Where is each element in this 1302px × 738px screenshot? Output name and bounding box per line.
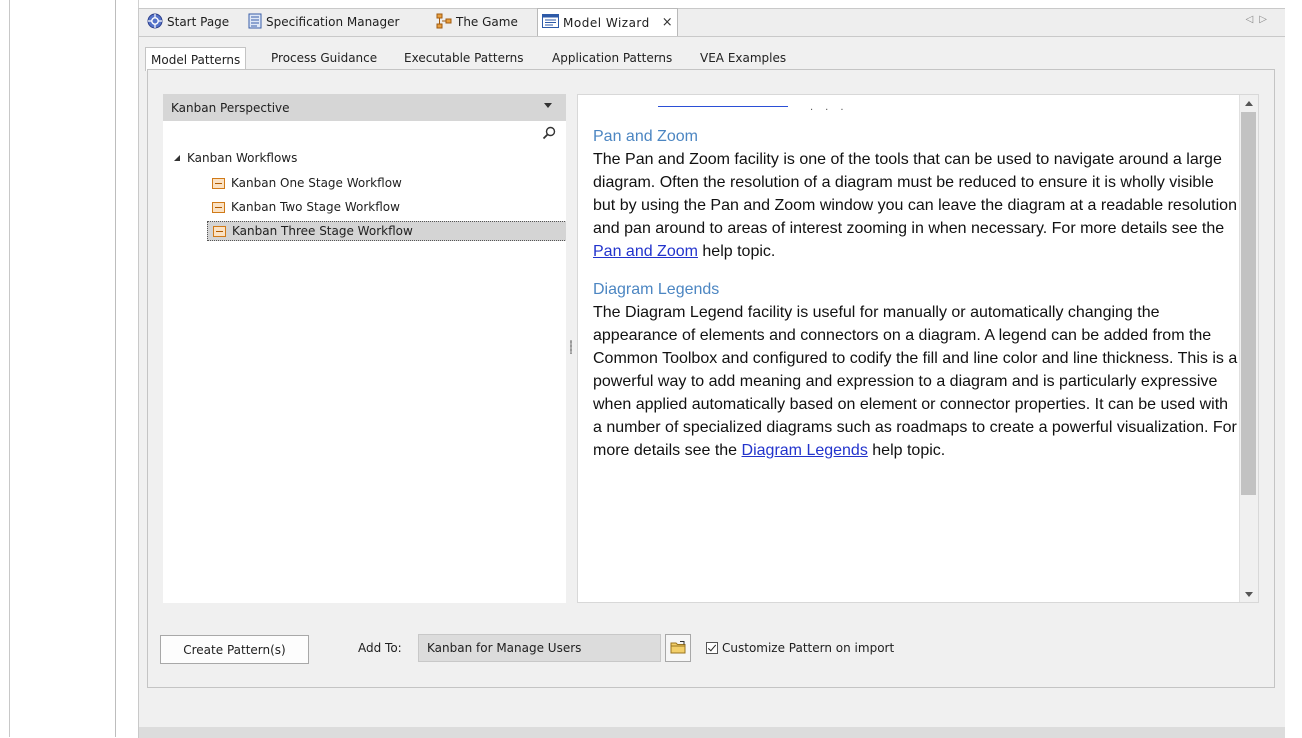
diagram-legends-help-link[interactable]: Diagram Legends	[742, 442, 868, 459]
tab-model-patterns[interactable]: Model Patterns	[145, 47, 247, 71]
tab-label: Model Wizard	[563, 15, 650, 30]
tab-specification-manager[interactable]: Specification Manager	[244, 9, 403, 35]
perspective-value: Kanban Perspective	[171, 100, 290, 115]
model-wizard-icon	[542, 14, 559, 31]
close-icon[interactable]: ×	[662, 15, 673, 30]
bottom-strip	[139, 727, 1285, 738]
scroll-down-icon[interactable]	[1241, 586, 1257, 602]
tab-label: The Game	[456, 15, 518, 29]
tree-item-three-stage[interactable]: Kanban Three Stage Workflow	[207, 221, 567, 241]
tab-model-wizard[interactable]: Model Wizard ×	[537, 8, 678, 36]
pattern-description-panel: ··· Pan and Zoom The Pan and Zoom facili…	[577, 94, 1259, 603]
folder-icon	[670, 640, 686, 657]
tab-vea-examples[interactable]: VEA Examples	[695, 47, 791, 69]
splitter-grip	[570, 340, 572, 354]
create-patterns-button[interactable]: Create Pattern(s)	[160, 635, 309, 664]
search-icon[interactable]	[542, 126, 556, 140]
tree-item-label: Kanban One Stage Workflow	[231, 176, 402, 190]
diagram-icon	[436, 13, 452, 32]
tree-item-label: Kanban Two Stage Workflow	[231, 200, 400, 214]
tree-item-two-stage[interactable]: Kanban Two Stage Workflow	[207, 197, 404, 217]
scroll-thumb[interactable]	[1241, 112, 1256, 495]
left-gutter	[0, 0, 116, 737]
customize-label: Customize Pattern on import	[722, 641, 895, 655]
customize-pattern-checkbox[interactable]: Customize Pattern on import	[706, 641, 894, 655]
specification-icon	[248, 13, 262, 32]
side-strip	[116, 0, 139, 737]
tab-the-game[interactable]: The Game	[432, 9, 522, 35]
section-body-pan-zoom: The Pan and Zoom facility is one of the …	[593, 148, 1238, 263]
pattern-tree-panel: Kanban Perspective Kanban Workflows Kanb…	[163, 94, 567, 603]
section-title-diagram-legends: Diagram Legends	[593, 281, 720, 298]
section-tail: help topic.	[867, 442, 946, 459]
tree-node-label: Kanban Workflows	[187, 151, 298, 165]
tree-node-kanban-workflows[interactable]: Kanban Workflows	[173, 151, 297, 165]
tab-process-guidance[interactable]: Process Guidance	[266, 47, 382, 69]
tab-start-page[interactable]: Start Page	[143, 9, 233, 35]
description-content: Pan and Zoom The Pan and Zoom facility i…	[593, 95, 1238, 462]
tab-executable-patterns[interactable]: Executable Patterns	[399, 47, 529, 69]
tab-application-patterns[interactable]: Application Patterns	[547, 47, 677, 69]
tree-item-one-stage[interactable]: Kanban One Stage Workflow	[207, 173, 406, 193]
section-text: The Diagram Legend facility is useful fo…	[593, 304, 1238, 459]
add-to-label: Add To:	[358, 641, 402, 655]
model-wizard-window: Start Page Specification Manager The Gam…	[138, 8, 1285, 738]
chevron-down-icon	[544, 103, 552, 108]
tree-item-label: Kanban Three Stage Workflow	[232, 224, 413, 238]
section-tail: help topic.	[697, 243, 776, 260]
add-to-field[interactable]: Kanban for Manage Users	[418, 634, 661, 662]
model-patterns-panel: Kanban Perspective Kanban Workflows Kanb…	[147, 69, 1275, 688]
scroll-up-icon[interactable]	[1241, 95, 1257, 111]
vertical-scrollbar[interactable]	[1239, 95, 1258, 602]
expand-caret-icon[interactable]	[173, 151, 181, 165]
document-tab-bar: Start Page Specification Manager The Gam…	[139, 8, 1285, 37]
pan-zoom-help-link[interactable]: Pan and Zoom	[593, 243, 698, 260]
start-page-icon	[147, 13, 163, 32]
tab-label: Start Page	[167, 15, 230, 29]
panel-splitter[interactable]	[566, 94, 577, 603]
pattern-icon	[212, 177, 225, 189]
section-title-pan-zoom: Pan and Zoom	[593, 128, 698, 145]
section-body-diagram-legends: The Diagram Legend facility is useful fo…	[593, 301, 1238, 462]
browse-package-button[interactable]	[665, 634, 691, 662]
section-text: The Pan and Zoom facility is one of the …	[593, 151, 1237, 237]
pattern-icon	[212, 201, 225, 213]
add-to-value: Kanban for Manage Users	[427, 641, 582, 655]
pattern-icon	[213, 225, 226, 237]
tab-label: Specification Manager	[266, 15, 400, 29]
checkbox-checked-icon[interactable]	[706, 642, 718, 654]
gutter-divider	[9, 0, 10, 737]
perspective-dropdown[interactable]: Kanban Perspective	[163, 94, 566, 121]
tab-scroll-arrows[interactable]: ◁▷	[1246, 14, 1273, 25]
